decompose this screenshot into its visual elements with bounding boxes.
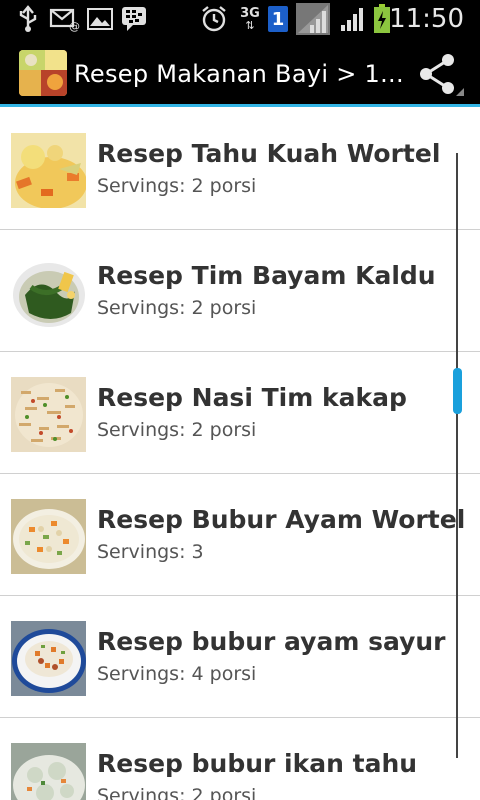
clock: 11:50 bbox=[389, 4, 464, 34]
scrollbar-track[interactable] bbox=[456, 153, 458, 758]
alarm-icon bbox=[199, 0, 229, 38]
recipe-servings: Servings: 2 porsi bbox=[97, 419, 257, 441]
action-bar: Resep Makanan Bayi > 1... bbox=[0, 38, 480, 107]
app-icon[interactable] bbox=[19, 50, 67, 96]
page-title: Resep Makanan Bayi > 1... bbox=[74, 60, 404, 88]
list-item[interactable]: Resep bubur ikan tahu Servings: 2 porsi bbox=[0, 717, 480, 800]
recipe-title: Resep Tim Bayam Kaldu bbox=[97, 261, 436, 290]
signal-weak-icon bbox=[295, 0, 331, 38]
recipe-thumbnail bbox=[11, 743, 86, 800]
3g-icon: 3G ⇅ bbox=[240, 6, 260, 32]
image-icon bbox=[86, 0, 114, 38]
list-item[interactable]: Resep bubur ayam sayur Servings: 4 porsi bbox=[0, 595, 480, 717]
share-button[interactable] bbox=[418, 52, 466, 96]
usb-icon bbox=[14, 0, 42, 38]
svg-text:@: @ bbox=[69, 20, 80, 32]
recipe-thumbnail bbox=[11, 133, 86, 208]
sms-icon: @ bbox=[48, 0, 82, 38]
recipe-title: Resep Tahu Kuah Wortel bbox=[97, 139, 441, 168]
status-bar: @ 3G ⇅ 1 11:50 bbox=[0, 0, 480, 38]
recipe-title: Resep bubur ikan tahu bbox=[97, 749, 418, 778]
list-item[interactable]: Resep Nasi Tim kakap Servings: 2 porsi bbox=[0, 351, 480, 473]
list-item[interactable]: Resep Tim Bayam Kaldu Servings: 2 porsi bbox=[0, 229, 480, 351]
recipe-thumbnail bbox=[11, 255, 86, 330]
bbm-icon bbox=[120, 0, 150, 38]
recipe-thumbnail bbox=[11, 499, 86, 574]
recipe-servings: Servings: 3 bbox=[97, 541, 204, 563]
recipe-servings: Servings: 2 porsi bbox=[97, 175, 257, 197]
recipe-list[interactable]: Resep Tahu Kuah Wortel Servings: 2 porsi… bbox=[0, 107, 480, 800]
share-icon bbox=[420, 54, 464, 96]
recipe-servings: Servings: 4 porsi bbox=[97, 663, 257, 685]
recipe-title: Resep Nasi Tim kakap bbox=[97, 383, 407, 412]
recipe-servings: Servings: 2 porsi bbox=[97, 785, 257, 800]
signal-icon bbox=[339, 0, 367, 38]
list-item[interactable]: Resep Bubur Ayam Wortel Servings: 3 bbox=[0, 473, 480, 595]
sim-icon: 1 bbox=[266, 0, 290, 38]
recipe-title: Resep bubur ayam sayur bbox=[97, 627, 446, 656]
scrollbar-thumb[interactable] bbox=[453, 368, 462, 414]
recipe-thumbnail bbox=[11, 621, 86, 696]
recipe-title: Resep Bubur Ayam Wortel bbox=[97, 505, 466, 534]
recipe-thumbnail bbox=[11, 377, 86, 452]
recipe-servings: Servings: 2 porsi bbox=[97, 297, 257, 319]
list-item[interactable]: Resep Tahu Kuah Wortel Servings: 2 porsi bbox=[0, 107, 480, 229]
